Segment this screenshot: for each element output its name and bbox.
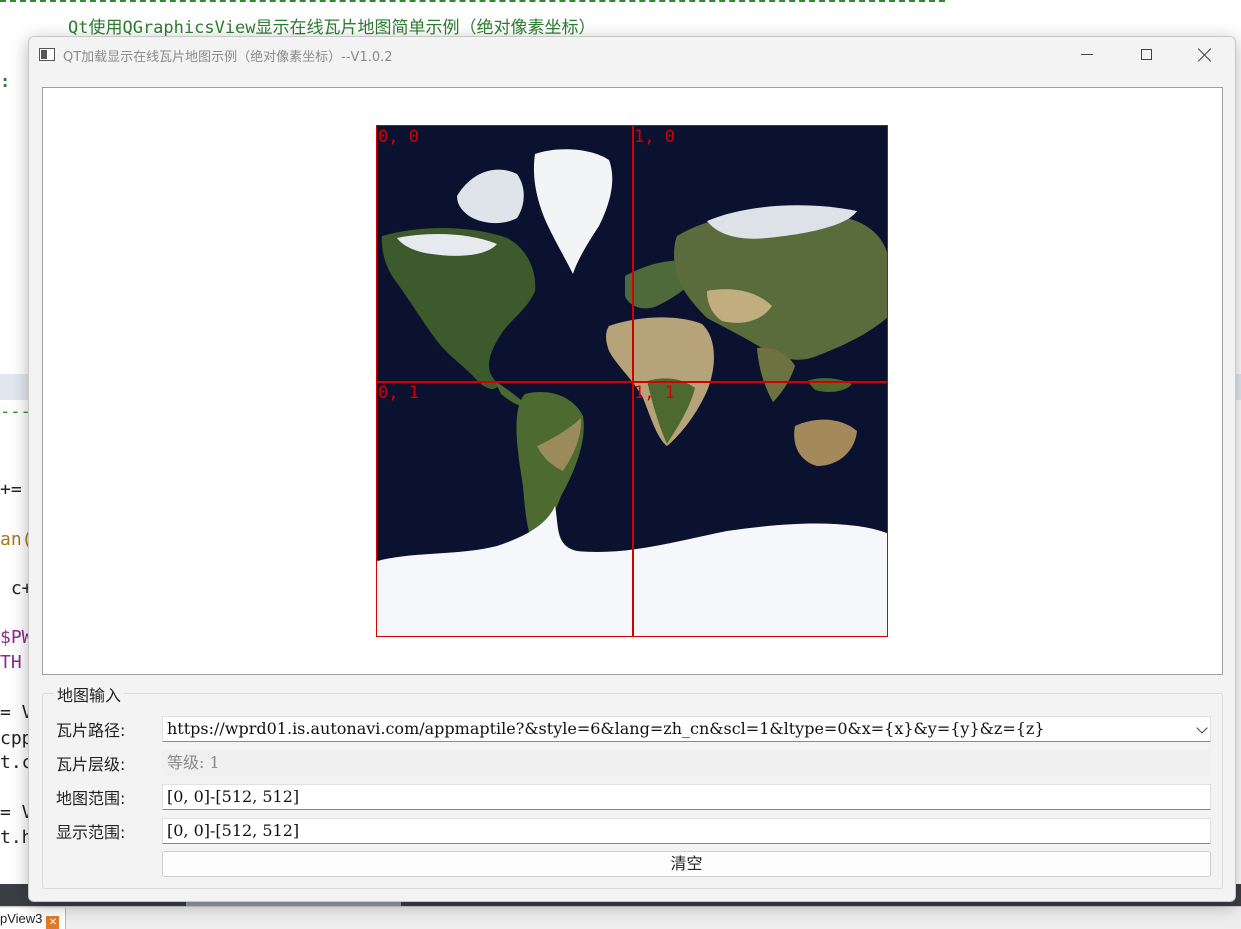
close-button[interactable] [1182, 37, 1228, 72]
map-range-label: 地图范围: [56, 789, 126, 808]
tile-map[interactable]: 0, 0 1, 0 0, 1 1, 1 [376, 125, 888, 637]
tile-label: 1, 0 [634, 127, 675, 147]
display-range-label: 显示范围: [56, 823, 126, 842]
editor-heading: Qt使用QGraphicsView显示在线瓦片地图简单示例（绝对像素坐标） [68, 18, 596, 38]
window-title: QT加载显示在线瓦片地图示例（绝对像素坐标）--V1.0.2 [63, 50, 393, 65]
map-input-group: 地图输入 瓦片路径: https://wprd01.is.autonavi.co… [42, 682, 1223, 889]
editor-tab-bar [0, 906, 1241, 929]
close-icon[interactable]: ✕ [46, 916, 60, 929]
chevron-down-icon[interactable] [1196, 722, 1208, 734]
tile-label: 0, 0 [378, 127, 419, 147]
map-range-field[interactable]: [0, 0]-[512, 512] [162, 784, 1211, 810]
tile-path-combobox[interactable]: https://wprd01.is.autonavi.com/appmaptil… [162, 716, 1211, 742]
world-map-image [377, 126, 887, 636]
editor-tab-label: pView3 [0, 911, 43, 926]
title-bar[interactable]: QT加载显示在线瓦片地图示例（绝对像素坐标）--V1.0.2 [29, 37, 1235, 72]
clear-button[interactable]: 清空 [162, 851, 1211, 877]
tile-path-label: 瓦片路径: [56, 721, 126, 740]
code-line: TH [0, 652, 22, 673]
editor-colon: : [0, 72, 11, 92]
group-title: 地图输入 [54, 682, 125, 706]
comment-divider [0, 0, 945, 4]
tile-path-value: https://wprd01.is.autonavi.com/appmaptil… [167, 719, 1045, 738]
maximize-icon [1140, 49, 1152, 60]
graphics-view[interactable]: 0, 0 1, 0 0, 1 1, 1 [42, 87, 1223, 675]
minimize-icon [1081, 54, 1093, 55]
tile-label: 1, 1 [634, 383, 675, 403]
minimize-button[interactable] [1064, 37, 1110, 72]
close-icon [1198, 48, 1212, 62]
tile-level-field: 等级: 1 [162, 750, 1211, 776]
maximize-button[interactable] [1123, 37, 1169, 72]
tile-label: 0, 1 [378, 383, 419, 403]
editor-tab[interactable]: pView3 ✕ [0, 908, 67, 929]
display-range-field[interactable]: [0, 0]-[512, 512] [162, 818, 1211, 844]
tile-level-label: 瓦片层级: [56, 755, 126, 774]
app-icon [39, 48, 55, 61]
main-window: QT加载显示在线瓦片地图示例（绝对像素坐标）--V1.0.2 0, 0 1, 0… [28, 36, 1236, 902]
code-line: += [0, 479, 22, 500]
